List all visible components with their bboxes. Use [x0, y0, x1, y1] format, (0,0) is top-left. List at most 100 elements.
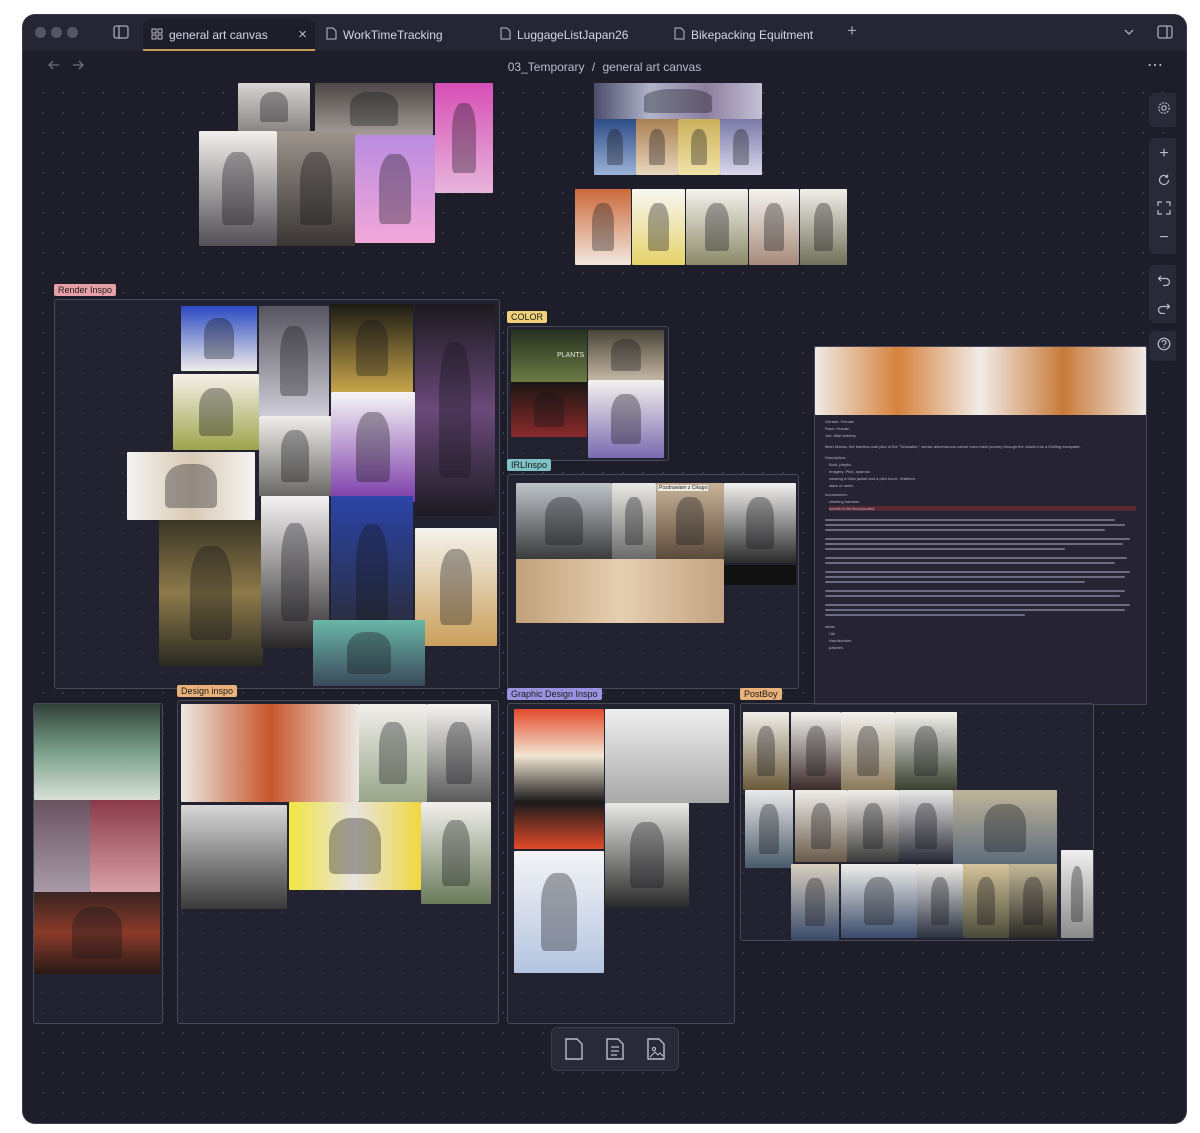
artwork-image[interactable]: [259, 416, 331, 496]
artwork-image[interactable]: [815, 347, 1146, 415]
group-design-inspo[interactable]: [177, 700, 499, 1024]
artwork-image[interactable]: [791, 712, 841, 790]
new-card-button[interactable]: [564, 1038, 584, 1065]
artwork-image[interactable]: [795, 790, 847, 862]
artwork-image[interactable]: [159, 520, 263, 666]
artwork-image[interactable]: [841, 712, 895, 790]
reset-zoom-button[interactable]: [1149, 168, 1176, 196]
right-sidebar-toggle-icon[interactable]: [1157, 25, 1173, 44]
artwork-image[interactable]: [632, 189, 685, 265]
artwork-image[interactable]: [427, 704, 491, 802]
artwork-image[interactable]: [34, 892, 160, 974]
add-media-button[interactable]: [646, 1038, 666, 1065]
artwork-image[interactable]: [749, 189, 799, 265]
redo-button[interactable]: [1149, 295, 1176, 323]
artwork-image[interactable]: [181, 805, 287, 909]
artwork-image[interactable]: [259, 306, 329, 416]
window-zoom-dot[interactable]: [67, 27, 78, 38]
artwork-image[interactable]: [724, 565, 796, 585]
zoom-out-button[interactable]: −: [1149, 224, 1176, 252]
tab-bikepacking-equitment[interactable]: Bikepacking Equitment: [674, 19, 844, 51]
artwork-image[interactable]: [917, 864, 963, 938]
artwork-image[interactable]: [516, 483, 612, 559]
artwork-image[interactable]: [963, 864, 1009, 938]
artwork-image[interactable]: [238, 83, 310, 131]
group-label-design-inspo[interactable]: Design inspo: [177, 685, 238, 697]
artwork-image[interactable]: [355, 135, 435, 243]
artwork-image[interactable]: [594, 119, 636, 175]
artwork-image[interactable]: PLANTS: [511, 330, 587, 382]
artwork-image[interactable]: [724, 483, 796, 563]
artwork-image[interactable]: [173, 374, 259, 450]
character-note-card[interactable]: Gender: Female Race: Human Job: Mail del…: [814, 346, 1147, 705]
group-render-inspo[interactable]: [54, 299, 500, 689]
artwork-image[interactable]: [277, 131, 355, 246]
artwork-image[interactable]: [605, 709, 729, 803]
artwork-image[interactable]: [331, 392, 415, 502]
artwork-image[interactable]: [34, 800, 90, 892]
artwork-image[interactable]: [90, 800, 160, 892]
artwork-image[interactable]: [289, 802, 421, 890]
artwork-image[interactable]: [127, 452, 255, 520]
artwork-image[interactable]: [181, 306, 257, 371]
tab-worktimetracking[interactable]: WorkTimeTracking: [326, 19, 486, 51]
artwork-image[interactable]: [612, 483, 656, 559]
group-label-render-inspo[interactable]: Render Inspo: [54, 284, 117, 296]
group-label-graphic-design-inspo[interactable]: Graphic Design Inspo: [507, 688, 602, 700]
breadcrumb-file[interactable]: general art canvas: [603, 60, 702, 74]
artwork-image[interactable]: [1009, 864, 1057, 938]
artwork-image[interactable]: [34, 704, 160, 800]
artwork-image[interactable]: [588, 380, 664, 458]
zoom-to-fit-button[interactable]: [1149, 196, 1176, 224]
artwork-image[interactable]: [421, 802, 491, 904]
group-label-color[interactable]: COLOR: [507, 311, 548, 323]
artwork-image[interactable]: [636, 119, 678, 175]
group-label-irlinspo[interactable]: IRLInspo: [507, 459, 552, 471]
artwork-image[interactable]: [511, 382, 587, 437]
help-button[interactable]: [1149, 332, 1176, 360]
artwork-image[interactable]: [895, 712, 957, 790]
artwork-image[interactable]: [331, 304, 413, 392]
artwork-image[interactable]: [800, 189, 847, 265]
group-postboy[interactable]: [740, 703, 1094, 941]
artwork-image[interactable]: [745, 790, 793, 868]
artwork-image[interactable]: [514, 709, 604, 849]
artwork-image[interactable]: [415, 528, 497, 646]
artwork-image[interactable]: [847, 790, 899, 862]
artwork-image[interactable]: [575, 189, 631, 265]
tab-general-art-canvas[interactable]: general art canvas ×: [143, 19, 315, 51]
artwork-image[interactable]: [791, 864, 839, 940]
artwork-image[interactable]: [315, 83, 433, 135]
sidebar-toggle-icon[interactable]: [113, 25, 129, 44]
artwork-image[interactable]: [594, 83, 762, 119]
artwork-image[interactable]: [953, 790, 1057, 866]
artwork-image[interactable]: [514, 851, 604, 973]
artwork-image[interactable]: [720, 119, 762, 175]
undo-button[interactable]: [1149, 267, 1176, 295]
artwork-image[interactable]: [313, 620, 425, 686]
new-tab-icon[interactable]: +: [847, 21, 857, 41]
window-close-dot[interactable]: [35, 27, 46, 38]
artwork-image[interactable]: [359, 704, 427, 802]
artwork-image[interactable]: [588, 330, 664, 380]
artwork-image[interactable]: [199, 131, 277, 246]
zoom-in-button[interactable]: +: [1149, 140, 1176, 168]
chevron-down-icon[interactable]: [1123, 25, 1135, 43]
artwork-image[interactable]: Pozdrawiam z Cikago: [656, 483, 724, 559]
tab-luggagelistjapan26[interactable]: LuggageListJapan26: [500, 19, 660, 51]
add-note-button[interactable]: [605, 1038, 625, 1065]
artwork-image[interactable]: [415, 304, 495, 516]
artwork-image[interactable]: [678, 119, 720, 175]
group-graphic-design-inspo[interactable]: [507, 703, 735, 1024]
group-irlinspo[interactable]: Pozdrawiam z Cikago: [507, 474, 799, 689]
group-landscapes[interactable]: [33, 703, 163, 1024]
artwork-image[interactable]: [841, 864, 917, 938]
canvas-area[interactable]: Render Inspo COLOR PLANTS IRLInspo Pozdr…: [33, 83, 1176, 1113]
group-color[interactable]: PLANTS: [507, 326, 669, 461]
artwork-image[interactable]: [899, 790, 953, 862]
breadcrumb-folder[interactable]: 03_Temporary: [508, 60, 585, 74]
group-label-postboy[interactable]: PostBoy: [740, 688, 782, 700]
close-tab-icon[interactable]: ×: [298, 19, 307, 51]
artwork-image[interactable]: [1061, 850, 1093, 938]
more-options-icon[interactable]: ⋯: [1147, 55, 1163, 75]
